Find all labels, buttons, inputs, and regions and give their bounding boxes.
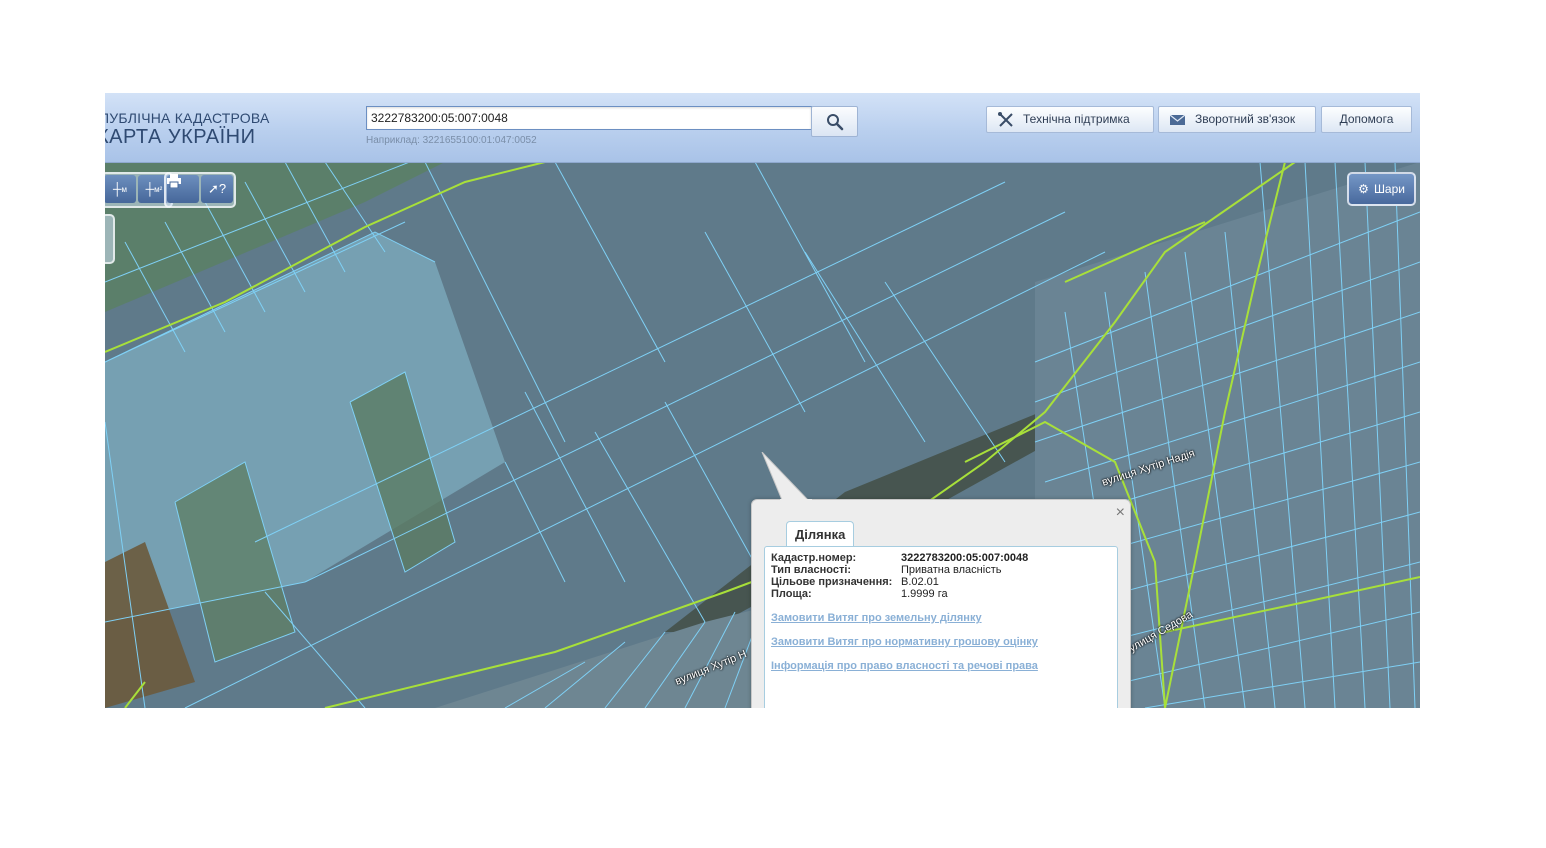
order-parcel-extract-link[interactable]: Замовити Витяг про земельну ділянку (771, 612, 982, 624)
tab-parcel[interactable]: Ділянка (786, 521, 855, 548)
parcel-info-popup: × Ділянка Кадастр.номер: 3222783200:05:0… (751, 499, 1131, 708)
popup-body: Кадастр.номер: 3222783200:05:007:0048 Ти… (764, 546, 1118, 708)
ownership-value: Приватна власність (901, 564, 1002, 576)
support-button[interactable]: Технічна підтримка (986, 106, 1154, 133)
measure-length-button[interactable]: ┼ м (105, 175, 136, 203)
area-ruler-icon: ┼ (145, 182, 155, 196)
purpose-label: Цільове призначення: (771, 576, 893, 588)
printer-icon (167, 174, 181, 188)
cadastral-value: 3222783200:05:007:0048 (901, 552, 1029, 564)
support-label: Технічна підтримка (1023, 112, 1130, 126)
help-button[interactable]: Допомога (1321, 106, 1412, 133)
feedback-label: Зворотний зв'язок (1195, 112, 1296, 126)
measure-tools: ┼ м ┼ м² (105, 172, 173, 208)
area-label: Площа: (771, 588, 812, 600)
popup-pointer (761, 452, 812, 502)
ownership-rights-link[interactable]: Інформація про право власності та речові… (771, 660, 1038, 672)
zoom-control[interactable] (105, 214, 115, 264)
search-button[interactable] (811, 106, 858, 137)
envelope-icon (1169, 114, 1186, 125)
identify-button[interactable]: ➚? (201, 175, 233, 203)
cadastral-map-app: ПУБЛІЧНА КАДАСТРОВА КАРТА УКРАЇНИ Наприк… (105, 93, 1420, 708)
help-label: Допомога (1339, 112, 1394, 126)
close-icon[interactable]: × (1116, 505, 1125, 521)
cursor-question-icon: ➚? (207, 181, 227, 196)
order-valuation-extract-link[interactable]: Замовити Витяг про нормативну грошову оц… (771, 636, 1038, 648)
ruler-icon: ┼ (112, 182, 122, 196)
layers-button[interactable]: ⚙ Шари (1347, 172, 1416, 206)
tools-icon (998, 111, 1013, 127)
cadastral-label: Кадастр.номер: (771, 552, 857, 564)
gear-icon: ⚙ (1358, 182, 1369, 196)
search-icon (826, 113, 843, 130)
print-button[interactable] (167, 174, 199, 203)
layers-label: Шари (1373, 182, 1405, 196)
logo-line1: ПУБЛІЧНА КАДАСТРОВА (105, 110, 270, 126)
ownership-label: Тип власності: (771, 564, 852, 576)
search-hint: Наприклад: 3221655100:01:047:0052 (366, 135, 537, 146)
search-input[interactable] (366, 106, 812, 130)
print-info-tools: ➚? (164, 172, 236, 208)
logo-line2: КАРТА УКРАЇНИ (105, 126, 256, 148)
feedback-button[interactable]: Зворотний зв'язок (1158, 106, 1316, 133)
area-value: 1.9999 га (901, 588, 948, 600)
purpose-value: В.02.01 (901, 576, 939, 588)
header-bar: ПУБЛІЧНА КАДАСТРОВА КАРТА УКРАЇНИ Наприк… (105, 93, 1420, 163)
